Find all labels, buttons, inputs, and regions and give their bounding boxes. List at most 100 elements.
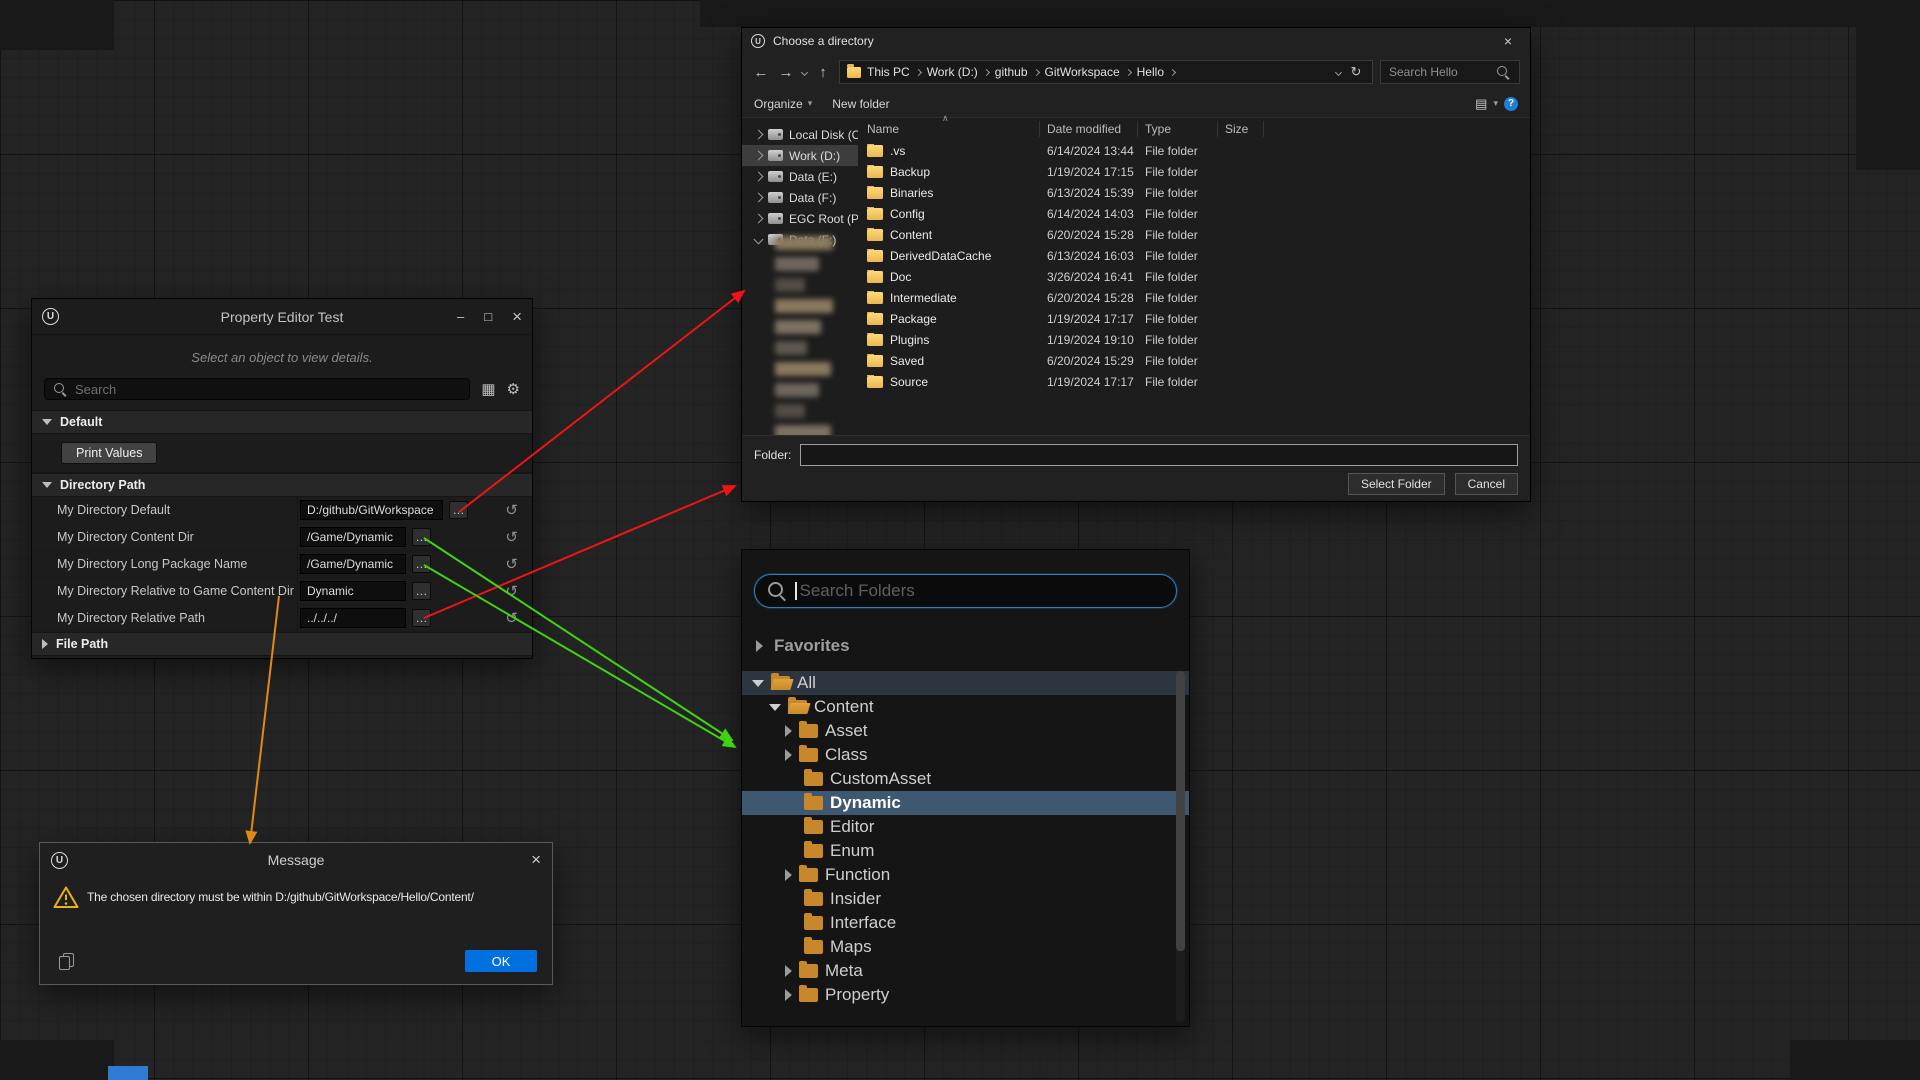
expand-chevron-icon[interactable]: [754, 214, 764, 224]
column-header-date[interactable]: Date modified: [1040, 121, 1138, 137]
breadcrumb-item[interactable]: GitWorkspace: [1045, 65, 1120, 79]
search-box[interactable]: Search Hello: [1380, 60, 1520, 84]
scrollbar-thumb[interactable]: [1176, 671, 1185, 951]
expand-chevron-icon[interactable]: [754, 151, 764, 161]
up-icon[interactable]: ↑: [814, 64, 832, 81]
expand-triangle-icon[interactable]: [785, 989, 792, 1001]
reset-to-default-icon[interactable]: ↺: [505, 555, 518, 573]
refresh-icon[interactable]: ↻: [1347, 64, 1365, 80]
file-row[interactable]: Binaries6/13/2024 15:39File folder: [860, 182, 1530, 203]
tree-item-interface[interactable]: Interface: [742, 911, 1189, 935]
tree-item-dynamic-selected[interactable]: Dynamic: [742, 791, 1189, 815]
dialog-titlebar[interactable]: U Choose a directory ×: [742, 28, 1530, 54]
minimize-icon[interactable]: –: [457, 309, 464, 324]
tree-item-meta[interactable]: Meta: [742, 959, 1189, 983]
expand-chevron-icon[interactable]: [754, 130, 764, 140]
folder-input[interactable]: [800, 444, 1518, 466]
file-row[interactable]: Content6/20/2024 15:28File folder: [860, 224, 1530, 245]
breadcrumb-item[interactable]: Hello: [1137, 65, 1164, 79]
category-header-file-path[interactable]: File Path: [32, 632, 532, 656]
favorites-section-header[interactable]: Favorites: [742, 632, 1189, 659]
breadcrumb-item[interactable]: Work (D:): [927, 65, 978, 79]
file-row[interactable]: Config6/14/2024 14:03File folder: [860, 203, 1530, 224]
breadcrumb-separator-icon[interactable]: [983, 68, 990, 75]
tree-item-insider[interactable]: Insider: [742, 887, 1189, 911]
tree-item-all[interactable]: All: [742, 671, 1189, 695]
window-titlebar[interactable]: U Property Editor Test – □ ×: [32, 299, 532, 335]
folder-search-input[interactable]: Search Folders: [754, 574, 1177, 608]
display-settings-icon[interactable]: ▦: [481, 380, 495, 398]
collapse-triangle-icon[interactable]: [769, 704, 781, 711]
nav-item-egc-root-p[interactable]: EGC Root (P:): [742, 208, 858, 229]
directory-value-box[interactable]: D:/github/GitWorkspace: [300, 500, 443, 520]
file-row[interactable]: DerivedDataCache6/13/2024 16:03File fold…: [860, 245, 1530, 266]
browse-directory-button[interactable]: …: [412, 555, 431, 573]
dialog-titlebar[interactable]: U Message ×: [40, 843, 552, 877]
cancel-button[interactable]: Cancel: [1455, 473, 1518, 495]
browse-directory-button[interactable]: …: [412, 582, 431, 600]
breadcrumb-separator-icon[interactable]: [1169, 68, 1176, 75]
reset-to-default-icon[interactable]: ↺: [505, 528, 518, 546]
reset-to-default-icon[interactable]: ↺: [505, 501, 518, 519]
file-row[interactable]: Package1/19/2024 17:17File folder: [860, 308, 1530, 329]
tree-item-editor[interactable]: Editor: [742, 815, 1189, 839]
directory-value-box[interactable]: /Game/Dynamic: [300, 527, 406, 547]
close-icon[interactable]: ×: [531, 850, 541, 870]
caret-down-icon[interactable]: ▾: [1493, 98, 1498, 109]
tree-item-class[interactable]: Class: [742, 743, 1189, 767]
column-header-size[interactable]: Size: [1218, 121, 1264, 137]
expand-triangle-icon[interactable]: [785, 965, 792, 977]
column-header-type[interactable]: Type: [1138, 121, 1218, 137]
file-row[interactable]: Plugins1/19/2024 19:10File folder: [860, 329, 1530, 350]
tree-item-maps[interactable]: Maps: [742, 935, 1189, 959]
breadcrumb-separator-icon[interactable]: [1125, 68, 1132, 75]
breadcrumb-item[interactable]: This PC: [867, 65, 910, 79]
select-folder-button[interactable]: Select Folder: [1348, 473, 1445, 495]
tree-item-property[interactable]: Property: [742, 983, 1189, 1007]
forward-icon[interactable]: →: [777, 64, 795, 81]
category-header-default[interactable]: Default: [32, 410, 532, 434]
expand-chevron-icon[interactable]: [754, 172, 764, 182]
file-row[interactable]: Backup1/19/2024 17:15File folder: [860, 161, 1530, 182]
nav-item-local-disk-c[interactable]: Local Disk (C:): [742, 124, 858, 145]
collapse-chevron-icon[interactable]: [754, 235, 764, 245]
breadcrumb-item[interactable]: github: [995, 65, 1028, 79]
tree-item-customasset[interactable]: CustomAsset: [742, 767, 1189, 791]
tree-item-enum[interactable]: Enum: [742, 839, 1189, 863]
nav-item-data-f[interactable]: Data (F:): [742, 187, 858, 208]
breadcrumb-separator-icon[interactable]: [915, 68, 922, 75]
tree-item-asset[interactable]: Asset: [742, 719, 1189, 743]
file-row[interactable]: Saved6/20/2024 15:29File folder: [860, 350, 1530, 371]
file-row[interactable]: Intermediate6/20/2024 15:28File folder: [860, 287, 1530, 308]
expand-triangle-icon[interactable]: [785, 725, 792, 737]
file-row[interactable]: Doc3/26/2024 16:41File folder: [860, 266, 1530, 287]
reset-to-default-icon[interactable]: ↺: [505, 582, 518, 600]
directory-value-box[interactable]: Dynamic: [300, 581, 406, 601]
reset-to-default-icon[interactable]: ↺: [505, 609, 518, 627]
browse-directory-button[interactable]: …: [412, 528, 431, 546]
expand-triangle-icon[interactable]: [785, 749, 792, 761]
column-header-name[interactable]: Name∧: [860, 121, 1040, 137]
new-folder-button[interactable]: New folder: [832, 97, 889, 111]
organize-menu[interactable]: Organize ▾: [754, 97, 812, 111]
view-options-icon[interactable]: ▤: [1475, 96, 1487, 112]
copy-message-icon[interactable]: [59, 953, 73, 970]
expand-triangle-icon[interactable]: [785, 869, 792, 881]
tree-item-function[interactable]: Function: [742, 863, 1189, 887]
maximize-icon[interactable]: □: [484, 309, 492, 324]
ok-button[interactable]: OK: [465, 950, 537, 972]
directory-value-box[interactable]: /Game/Dynamic: [300, 554, 406, 574]
help-icon[interactable]: ?: [1504, 97, 1518, 111]
expand-chevron-icon[interactable]: [754, 193, 764, 203]
print-values-button[interactable]: Print Values: [61, 442, 157, 464]
nav-item-work-d[interactable]: Work (D:): [742, 145, 858, 166]
tree-item-content[interactable]: Content: [742, 695, 1189, 719]
browse-directory-button[interactable]: …: [449, 501, 468, 519]
gear-icon[interactable]: ⚙: [507, 380, 520, 398]
browse-directory-button[interactable]: …: [412, 609, 431, 627]
close-icon[interactable]: ×: [1495, 33, 1521, 49]
back-icon[interactable]: ←: [752, 64, 770, 81]
file-row[interactable]: Source1/19/2024 17:17File folder: [860, 371, 1530, 392]
breadcrumb-separator-icon[interactable]: [1032, 68, 1039, 75]
directory-value-box[interactable]: ../../../: [300, 608, 406, 628]
